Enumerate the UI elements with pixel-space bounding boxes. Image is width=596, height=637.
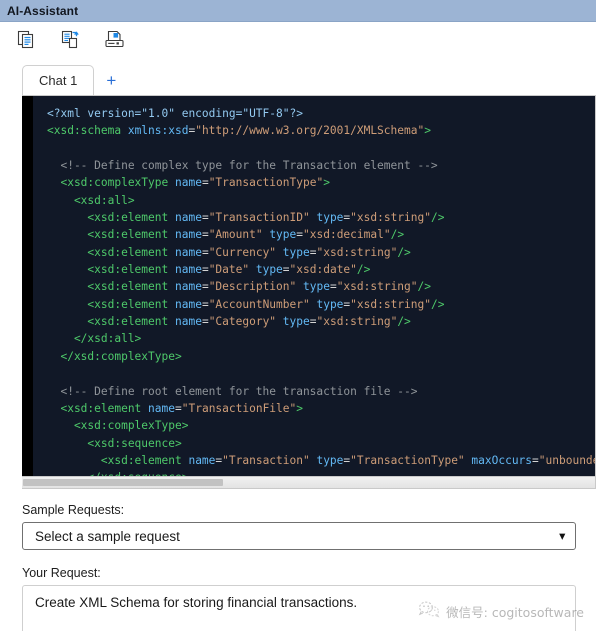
export-document-icon [61,30,80,52]
code-output-panel: <?xml version="1.0" encoding="UTF-8"?> <… [22,95,596,477]
sample-requests-label: Sample Requests: [22,503,125,517]
copy-icon-button[interactable] [12,28,40,54]
ai-assistant-window: AI-Assistant Chat 1 + <?xml version="1.0… [0,0,596,637]
code-gutter [22,96,33,476]
chevron-down-icon: ▾ [559,530,565,543]
window-title: AI-Assistant [7,3,79,18]
sample-requests-value: Select a sample request [35,528,180,544]
your-request-input[interactable]: Create XML Schema for storing financial … [22,585,576,631]
plus-icon: + [106,70,117,90]
code-content: <?xml version="1.0" encoding="UTF-8"?> <… [47,107,595,476]
code-scrollbar-thumb[interactable] [23,479,223,486]
code-scroll-area[interactable]: <?xml version="1.0" encoding="UTF-8"?> <… [33,96,595,476]
request-form: Sample Requests: Select a sample request… [0,489,596,637]
sample-requests-select[interactable]: Select a sample request ▾ [22,522,576,550]
add-tab-button[interactable]: + [94,65,128,95]
code-horizontal-scrollbar[interactable] [22,477,596,489]
save-to-disk-icon-button[interactable] [100,28,128,54]
chat-tabstrip: Chat 1 + [0,60,596,95]
tab-chat-1[interactable]: Chat 1 [22,65,95,95]
tab-chat-1-label: Chat 1 [39,73,78,88]
your-request-label: Your Request: [22,566,101,580]
save-to-disk-icon [104,30,124,52]
copy-icon [17,30,36,52]
title-bar: AI-Assistant [0,0,596,22]
export-document-icon-button[interactable] [56,28,84,54]
toolbar [0,22,596,60]
your-request-value: Create XML Schema for storing financial … [35,595,358,610]
